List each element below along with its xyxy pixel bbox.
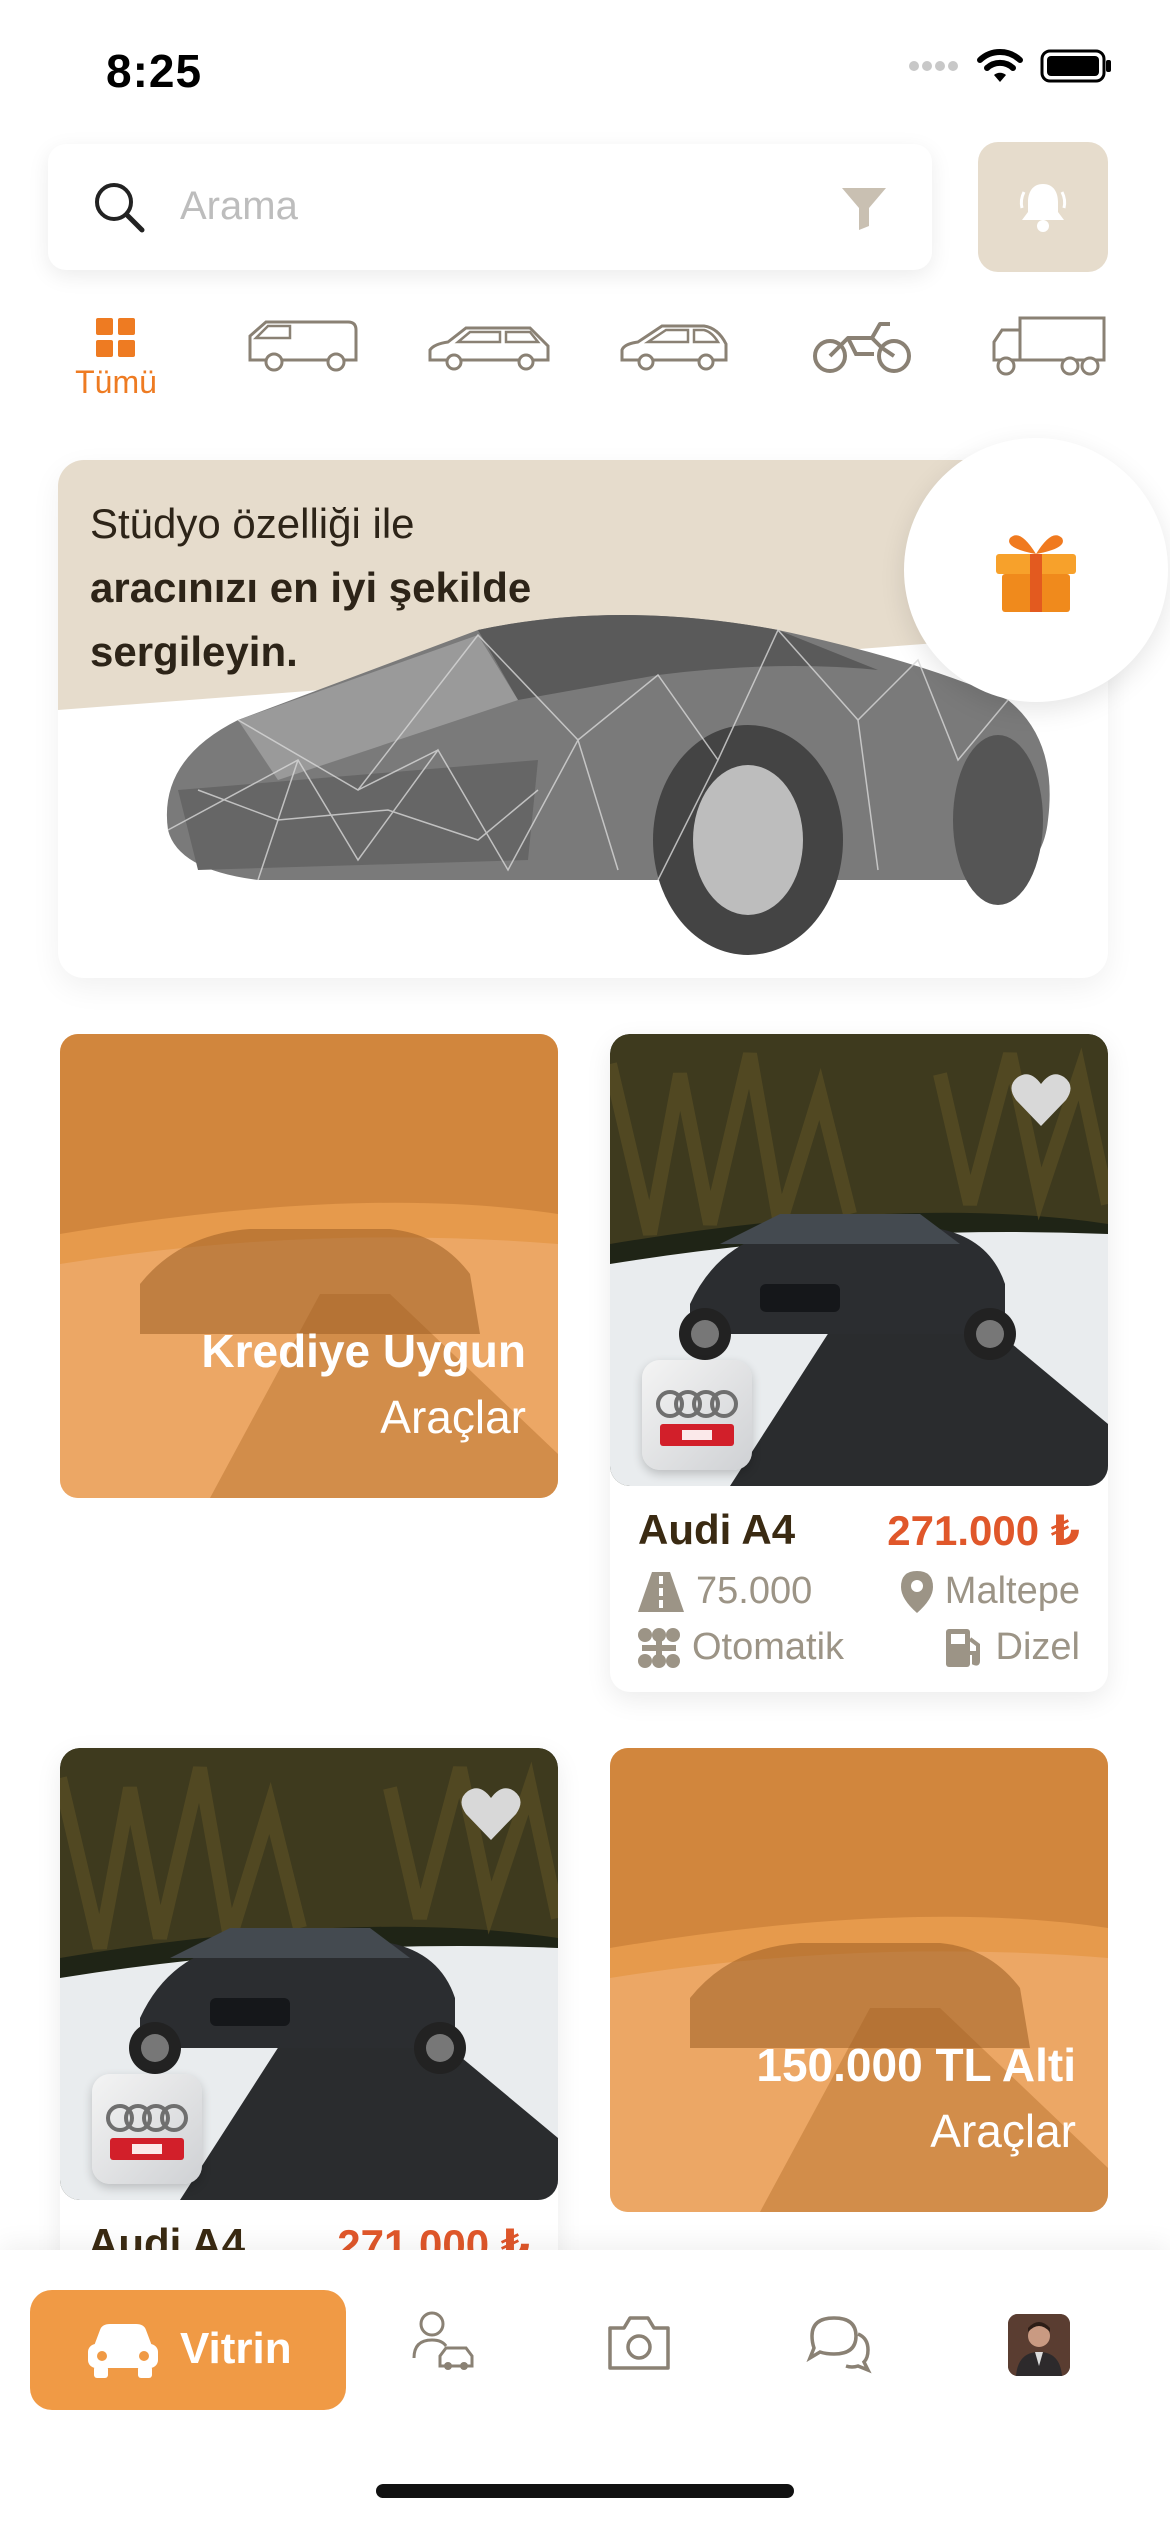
battery-icon bbox=[1040, 49, 1111, 83]
status-time: 8:25 bbox=[106, 45, 203, 97]
audi-logo-icon bbox=[656, 1390, 738, 1446]
listing-photo-2[interactable] bbox=[60, 1748, 558, 2200]
search-input[interactable]: Arama bbox=[180, 184, 298, 229]
category-all-label: Tümü bbox=[75, 364, 157, 400]
promo-under-150k-subtitle: Araçlar bbox=[930, 2105, 1076, 2157]
wifi-icon bbox=[977, 49, 1023, 82]
car-icon bbox=[88, 2324, 158, 2378]
listing-price: 271.000 ₺ bbox=[887, 1507, 1080, 1554]
hatchback-icon[interactable] bbox=[618, 320, 732, 372]
signal-icon bbox=[909, 61, 958, 71]
promo-card-under-150k[interactable]: 150.000 TL Alti Araçlar bbox=[610, 1748, 1108, 2212]
listing-transmission: Otomatik bbox=[638, 1626, 844, 1669]
filter-icon[interactable] bbox=[840, 184, 888, 232]
favorite-heart-icon[interactable] bbox=[1010, 1072, 1072, 1128]
listing-info-1: Audi A4 271.000 ₺ 75.000 Maltepe Otomati… bbox=[610, 1486, 1108, 1692]
home-indicator bbox=[376, 2484, 794, 2498]
grid-icon bbox=[96, 318, 135, 357]
banner-line-2: aracınızı en iyi şekilde bbox=[90, 564, 532, 611]
listing-title: Audi A4 bbox=[638, 1506, 796, 1553]
nav-vitrin[interactable]: Vitrin bbox=[30, 2290, 346, 2410]
location-pin-icon bbox=[900, 1570, 933, 1613]
listing-mileage: 75.000 bbox=[638, 1570, 812, 1613]
banner-line-3: sergileyin. bbox=[90, 628, 298, 675]
person-photo bbox=[1008, 2314, 1070, 2376]
favorite-heart-icon[interactable] bbox=[460, 1786, 522, 1842]
location-value: Maltepe bbox=[944, 1570, 1080, 1612]
listing-location: Maltepe bbox=[900, 1570, 1080, 1613]
listing-card-1[interactable]: Audi A4 271.000 ₺ 75.000 Maltepe Otomati… bbox=[610, 1034, 1108, 1692]
promo-credit-title: Krediye Uygun bbox=[201, 1325, 526, 1377]
nav-vitrin-label: Vitrin bbox=[180, 2324, 292, 2373]
transmission-value: Otomatik bbox=[692, 1626, 845, 1668]
gift-button[interactable] bbox=[904, 438, 1168, 702]
fuel-value: Dizel bbox=[995, 1626, 1080, 1668]
road-icon bbox=[638, 1571, 684, 1612]
messages-icon[interactable] bbox=[806, 2312, 872, 2374]
brand-logo-audi bbox=[642, 1360, 752, 1470]
search-icon bbox=[95, 183, 145, 233]
truck-icon[interactable] bbox=[990, 314, 1108, 378]
profile-avatar[interactable] bbox=[1008, 2314, 1070, 2376]
promo-credit-subtitle: Araçlar bbox=[380, 1391, 526, 1443]
listing-photo-1[interactable] bbox=[610, 1034, 1108, 1486]
promo-card-credit[interactable]: Krediye Uygun Araçlar bbox=[60, 1034, 558, 1498]
user-car-icon[interactable] bbox=[412, 2310, 474, 2372]
audi-logo-icon bbox=[106, 2104, 188, 2160]
mileage-value: 75.000 bbox=[696, 1570, 813, 1612]
motorcycle-icon[interactable] bbox=[812, 316, 912, 376]
gearbox-icon bbox=[638, 1627, 680, 1668]
van-icon[interactable] bbox=[244, 316, 360, 374]
category-all[interactable]: Tümü bbox=[68, 318, 164, 401]
notifications-button[interactable] bbox=[978, 142, 1108, 272]
brand-logo-audi bbox=[92, 2074, 202, 2184]
promo-under-150k-title: 150.000 TL Alti bbox=[756, 2039, 1076, 2091]
status-icons bbox=[908, 48, 1112, 84]
gift-icon bbox=[996, 535, 1076, 612]
bell-icon bbox=[1019, 184, 1067, 232]
banner-line-1: Stüdyo özelliği ile bbox=[90, 500, 415, 547]
camera-icon[interactable] bbox=[606, 2314, 672, 2372]
fuel-pump-icon bbox=[945, 1628, 980, 1667]
search-bar[interactable]: Arama bbox=[48, 144, 932, 270]
station-wagon-icon[interactable] bbox=[426, 322, 554, 372]
listing-fuel: Dizel bbox=[944, 1626, 1080, 1669]
